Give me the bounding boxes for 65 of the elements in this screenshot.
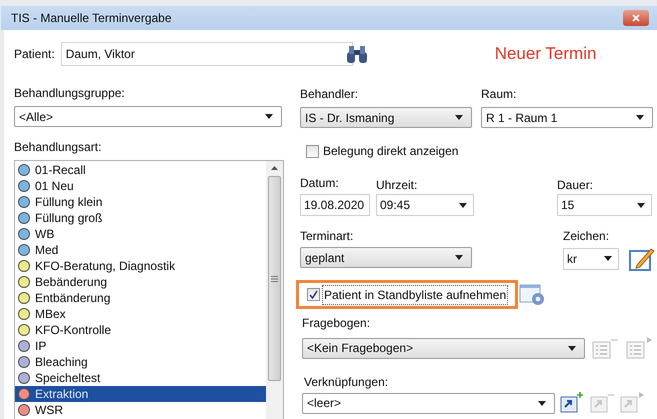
field-label: Behandlungsgruppe: [14, 85, 126, 101]
treatment-item[interactable]: WB [15, 226, 266, 242]
sign-dropdown[interactable]: kr [563, 248, 619, 270]
dropdown-caret-icon [455, 255, 463, 260]
dropdown-caret-icon [459, 202, 467, 208]
heading: Neuer Termin [494, 43, 596, 66]
practitioner-dropdown[interactable]: IS - Dr. Ismaning [300, 107, 472, 128]
checkbox[interactable] [306, 144, 319, 158]
treatment-item[interactable]: KFO-Kontrolle [15, 322, 266, 338]
checkbox[interactable] [307, 288, 320, 301]
questionnaire-dropdown[interactable]: <Kein Fragebogen> [302, 338, 585, 358]
checkbox-label: Belegung direkt anzeigen [323, 143, 458, 160]
field-label: Terminart: [300, 228, 354, 243]
dropdown-caret-icon [604, 256, 612, 261]
binoculars-icon[interactable] [344, 44, 369, 64]
links-dropdown[interactable]: <leer> [302, 392, 555, 414]
date-field[interactable]: 19.08.2020 [300, 194, 370, 216]
window-title: TIS - Manuelle Terminvergabe [11, 10, 172, 27]
treatment-item[interactable]: Bleaching [15, 354, 266, 370]
field-label: Raum: [481, 86, 518, 102]
dropdown-caret-icon [636, 115, 644, 120]
scroll-up-icon[interactable] [271, 166, 278, 170]
edit-icon[interactable] [629, 246, 656, 271]
treatment-item[interactable]: Med [15, 242, 266, 258]
group-dropdown[interactable]: <Alle> [14, 106, 282, 127]
treatment-item[interactable]: Entbänderung [15, 290, 266, 306]
dropdown-caret-icon [455, 115, 463, 120]
scrollbar[interactable] [266, 161, 283, 419]
form-icon[interactable] [591, 337, 619, 359]
field-label: Verknüpfungen: [304, 374, 390, 389]
grip-icon [271, 276, 278, 282]
treatment-item[interactable]: Bebänderung [15, 274, 266, 290]
form-icon[interactable] [625, 337, 653, 359]
treatment-item[interactable]: Speicheltest [15, 370, 266, 386]
dropdown-caret-icon [568, 346, 576, 350]
time-dropdown[interactable]: 09:45 [376, 194, 474, 216]
treatment-item[interactable]: 01-Recall [15, 162, 266, 178]
duration-dropdown[interactable]: 15 [557, 194, 652, 216]
field-label: Behandler: [300, 86, 360, 102]
dropdown-caret-icon [637, 202, 645, 208]
treatment-item[interactable]: MBex [15, 306, 266, 322]
list-icon[interactable] [559, 392, 585, 414]
checkbox-label: Patient in Standbyliste aufnehmen [322, 284, 508, 304]
appointment-type-dropdown[interactable]: geplant [300, 247, 472, 268]
patient-label: Patient: [14, 46, 55, 63]
field-label: Behandlungsart: [14, 139, 102, 156]
treatment-item[interactable]: KFO-Beratung, Diagnostik [15, 258, 266, 274]
dropdown-caret-icon [265, 114, 273, 119]
field-label: Zeichen: [563, 228, 610, 243]
close-button[interactable] [623, 10, 649, 26]
field-label: Fragebogen: [302, 315, 372, 330]
treatment-item[interactable]: Extraktion [15, 386, 266, 402]
room-dropdown[interactable]: R 1 - Raum 1 [481, 107, 653, 128]
treatment-item[interactable]: IP [15, 338, 266, 354]
field-label: Dauer: [557, 177, 594, 192]
patient-field[interactable]: Daum, Viktor [60, 42, 353, 66]
field-label: Uhrzeit: [376, 177, 418, 192]
dropdown-caret-icon [538, 400, 546, 406]
treatment-item[interactable]: WSR [15, 402, 266, 418]
treatment-item[interactable]: 01 Neu [15, 178, 266, 194]
close-icon [632, 14, 640, 22]
treatment-item[interactable]: Füllung klein [15, 194, 266, 210]
treatment-item[interactable]: Füllung groß [15, 210, 266, 226]
settings-window-icon[interactable] [519, 282, 547, 308]
field-label: Datum: [300, 175, 340, 190]
